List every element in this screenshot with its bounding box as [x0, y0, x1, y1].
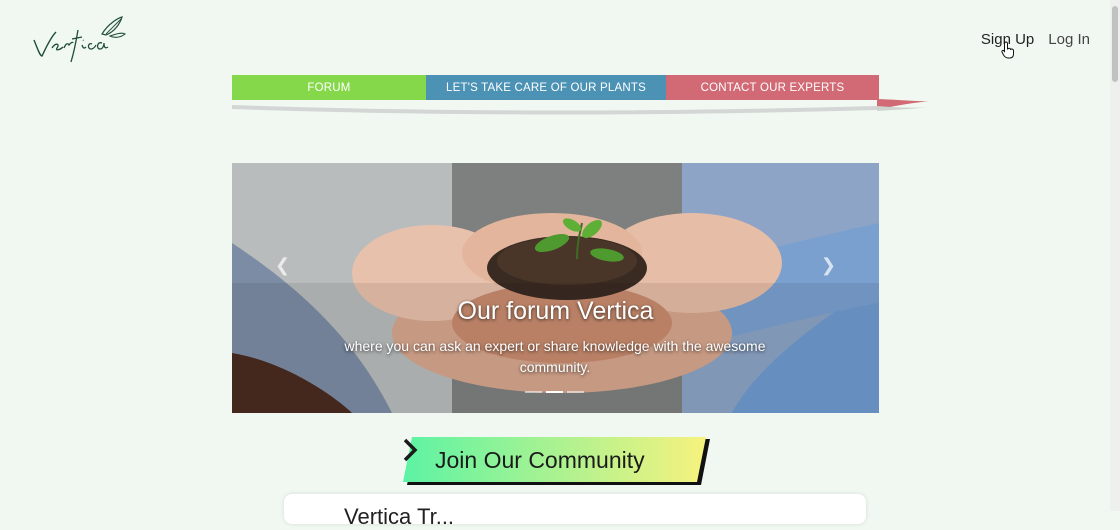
- leaf-logo-icon: [33, 16, 126, 63]
- vertica-logo[interactable]: [30, 12, 126, 64]
- hero-carousel[interactable]: ❮ ❯ Our forum Vertica where you can ask …: [232, 163, 879, 413]
- carousel-indicator-1[interactable]: [525, 391, 542, 393]
- chevron-left-icon[interactable]: ❮: [275, 255, 290, 276]
- topics-card: Vertica Tr...: [284, 494, 866, 529]
- chevron-right-icon: [403, 438, 418, 462]
- hand-pointer-cursor-icon: [1001, 41, 1014, 59]
- carousel-indicator-2[interactable]: [546, 391, 563, 393]
- join-community-button[interactable]: Join Our Community: [402, 437, 712, 487]
- carousel-title: Our forum Vertica: [457, 297, 654, 325]
- log-in-link[interactable]: Log In: [1048, 31, 1090, 48]
- carousel-indicator-3[interactable]: [567, 391, 584, 393]
- carousel-indicators: [525, 391, 584, 393]
- scrollbar-thumb[interactable]: [1112, 6, 1118, 82]
- join-button-label: Join Our Community: [435, 447, 645, 473]
- auth-links: Sign Up Log In: [981, 31, 1090, 48]
- chevron-right-icon[interactable]: ❯: [821, 255, 836, 276]
- scrollbar[interactable]: [1110, 0, 1120, 511]
- nav-underline-swoosh: [232, 99, 930, 115]
- carousel-subtitle: where you can ask an expert or share kno…: [344, 338, 766, 375]
- topics-card-title: Vertica Tr...: [344, 504, 455, 529]
